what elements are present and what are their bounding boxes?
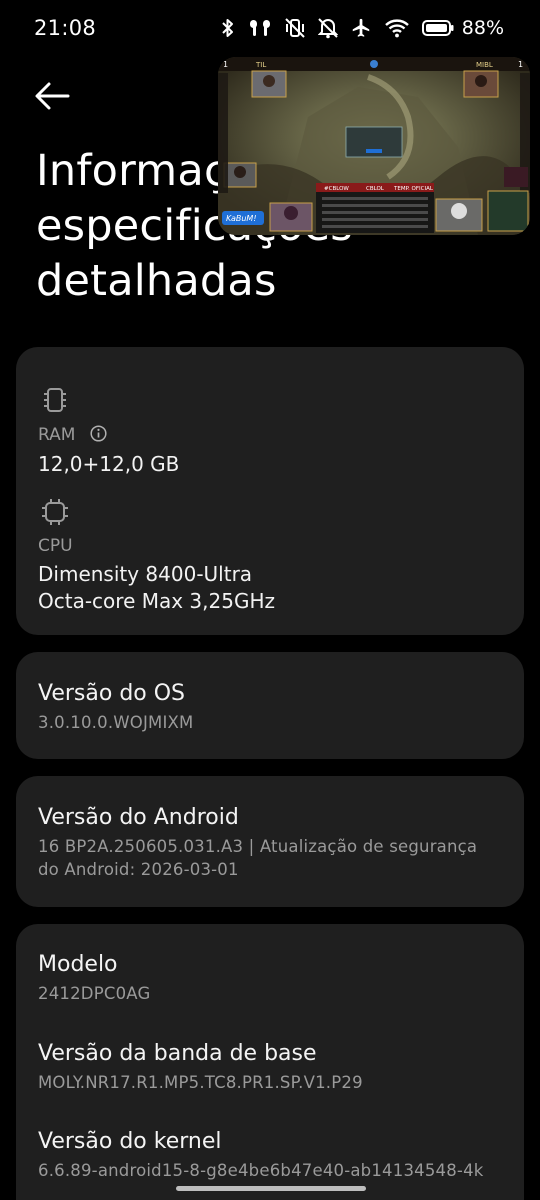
bar-center: CBLOL (366, 186, 385, 192)
airplane-icon (352, 18, 370, 37)
cpu-value-line-2: Octa-core Max 3,25GHz (38, 589, 276, 613)
team-right: MIBL (476, 61, 493, 69)
kernel-value: 6.6.89-android15-8-g8e4be6b47e40-ab14134… (38, 1161, 484, 1180)
cpu-chip-icon (42, 499, 68, 525)
page-title-line-3: detalhadas (36, 256, 277, 306)
bar-right: TEMP. OFICIAL (393, 186, 434, 192)
arrow-left-icon (35, 82, 70, 110)
ram-label-row: RAM (38, 425, 107, 445)
android-version-value-line-2: do Android: 2026-03-01 (38, 860, 239, 879)
battery-percent: 88% (461, 17, 504, 39)
status-bar: 21:08 88% (0, 0, 540, 56)
ram-label: RAM (38, 425, 76, 445)
memory-chip-icon (44, 388, 66, 412)
android-version-title: Versão do Android (38, 805, 239, 830)
ram-value: 12,0+12,0 GB (38, 452, 180, 476)
status-time: 21:08 (34, 16, 97, 40)
status-icons: 88% (220, 14, 504, 42)
cpu-value-line-1: Dimensity 8400-Ultra (38, 562, 253, 586)
mute-icon (317, 18, 338, 39)
cpu-label: CPU (38, 536, 73, 556)
picture-in-picture-video[interactable]: 1 TIL MIBL 1 #CBLOW CBLOL TEMP. OFICIAL … (218, 57, 530, 235)
bar-left: #CBLOW (324, 186, 349, 192)
os-version-value: 3.0.10.0.WOJMIXM (38, 713, 194, 732)
video-frame: 1 TIL MIBL 1 #CBLOW CBLOL TEMP. OFICIAL … (218, 57, 530, 235)
info-icon[interactable] (90, 425, 107, 442)
model-title: Modelo (38, 952, 118, 977)
sponsor-text: KaBuM! (226, 214, 257, 223)
vibrate-icon (285, 18, 305, 38)
back-button[interactable] (32, 76, 80, 116)
screen: 21:08 88% Informações e especificações d… (0, 0, 540, 1200)
score-left: 1 (223, 60, 228, 69)
hardware-specs-card: RAM 12,0+12,0 GB CPU Dimensity 8400-Ultr… (16, 347, 524, 635)
score-right: 1 (518, 60, 523, 69)
model-value: 2412DPC0AG (38, 984, 151, 1003)
wifi-icon (384, 19, 409, 38)
baseband-title: Versão da banda de base (38, 1041, 317, 1066)
os-version-card[interactable]: Versão do OS 3.0.10.0.WOJMIXM (16, 652, 524, 759)
device-details-card: Modelo 2412DPC0AG Versão da banda de bas… (16, 924, 524, 1200)
android-version-value-line-1: 16 BP2A.250605.031.A3 | Atualização de s… (38, 837, 478, 856)
team-left: TIL (255, 61, 266, 69)
battery-icon (421, 20, 454, 36)
home-indicator[interactable] (176, 1186, 366, 1191)
minimap (487, 190, 529, 232)
earbuds-icon (249, 20, 270, 36)
kernel-title: Versão do kernel (38, 1129, 222, 1154)
os-version-title: Versão do OS (38, 681, 186, 706)
android-version-card[interactable]: Versão do Android 16 BP2A.250605.031.A3 … (16, 776, 524, 907)
baseband-value: MOLY.NR17.R1.MP5.TC8.PR1.SP.V1.P29 (38, 1073, 363, 1092)
bluetooth-icon (222, 19, 233, 37)
